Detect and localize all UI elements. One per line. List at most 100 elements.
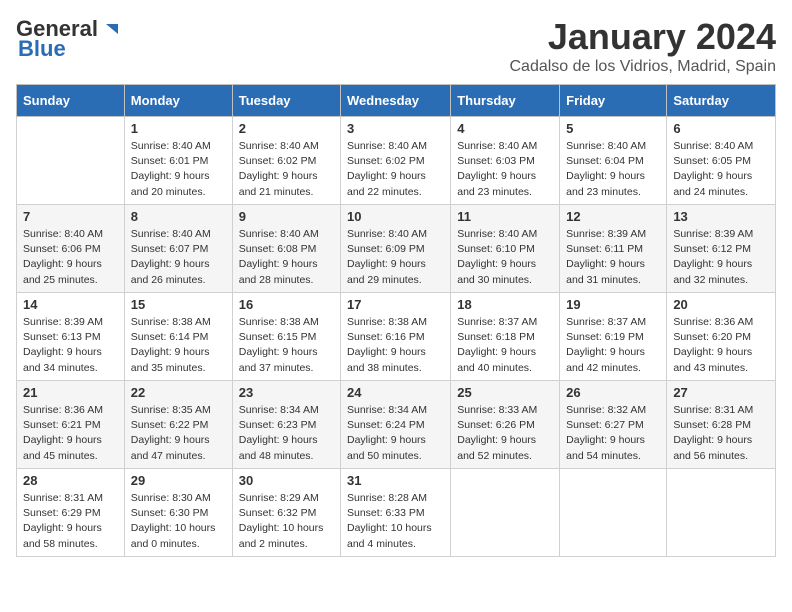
calendar-cell: 14Sunrise: 8:39 AMSunset: 6:13 PMDayligh… (17, 293, 125, 381)
cell-line: Daylight: 10 hours (239, 521, 334, 536)
cell-line: Sunrise: 8:37 AM (457, 315, 553, 330)
day-number: 26 (566, 385, 660, 400)
calendar-cell: 23Sunrise: 8:34 AMSunset: 6:23 PMDayligh… (232, 381, 340, 469)
cell-line: Sunrise: 8:40 AM (457, 227, 553, 242)
cell-line: Daylight: 9 hours (23, 345, 118, 360)
cell-content: Sunrise: 8:40 AMSunset: 6:02 PMDaylight:… (347, 139, 444, 200)
cell-line: Sunrise: 8:40 AM (566, 139, 660, 154)
cell-line: and 26 minutes. (131, 273, 226, 288)
cell-line: Sunrise: 8:39 AM (673, 227, 769, 242)
cell-line: Sunrise: 8:40 AM (23, 227, 118, 242)
day-number: 27 (673, 385, 769, 400)
cell-line: and 35 minutes. (131, 361, 226, 376)
cell-content: Sunrise: 8:38 AMSunset: 6:15 PMDaylight:… (239, 315, 334, 376)
calendar-cell: 28Sunrise: 8:31 AMSunset: 6:29 PMDayligh… (17, 469, 125, 557)
cell-line: and 43 minutes. (673, 361, 769, 376)
cell-line: Sunset: 6:08 PM (239, 242, 334, 257)
cell-line: and 21 minutes. (239, 185, 334, 200)
calendar-cell: 2Sunrise: 8:40 AMSunset: 6:02 PMDaylight… (232, 117, 340, 205)
cell-line: Daylight: 9 hours (347, 257, 444, 272)
cell-line: Sunrise: 8:38 AM (347, 315, 444, 330)
calendar-cell (560, 469, 667, 557)
page-header: General Blue January 2024 Cadalso de los… (16, 16, 776, 76)
cell-content: Sunrise: 8:40 AMSunset: 6:07 PMDaylight:… (131, 227, 226, 288)
day-number: 15 (131, 297, 226, 312)
cell-content: Sunrise: 8:29 AMSunset: 6:32 PMDaylight:… (239, 491, 334, 552)
cell-line: Sunset: 6:23 PM (239, 418, 334, 433)
cell-line: Sunset: 6:24 PM (347, 418, 444, 433)
calendar-cell: 1Sunrise: 8:40 AMSunset: 6:01 PMDaylight… (124, 117, 232, 205)
cell-line: Sunrise: 8:36 AM (23, 403, 118, 418)
cell-line: Daylight: 9 hours (673, 169, 769, 184)
cell-line: Sunset: 6:05 PM (673, 154, 769, 169)
day-number: 8 (131, 209, 226, 224)
day-number: 25 (457, 385, 553, 400)
cell-line: and 30 minutes. (457, 273, 553, 288)
day-number: 31 (347, 473, 444, 488)
cell-line: Sunrise: 8:40 AM (457, 139, 553, 154)
cell-line: and 20 minutes. (131, 185, 226, 200)
cell-line: Daylight: 9 hours (131, 345, 226, 360)
cell-line: Sunset: 6:21 PM (23, 418, 118, 433)
cell-line: Daylight: 9 hours (673, 345, 769, 360)
cell-line: Sunset: 6:02 PM (347, 154, 444, 169)
day-number: 30 (239, 473, 334, 488)
day-number: 14 (23, 297, 118, 312)
day-number: 5 (566, 121, 660, 136)
cell-line: and 4 minutes. (347, 537, 444, 552)
cell-content: Sunrise: 8:40 AMSunset: 6:02 PMDaylight:… (239, 139, 334, 200)
cell-content: Sunrise: 8:38 AMSunset: 6:14 PMDaylight:… (131, 315, 226, 376)
cell-line: and 29 minutes. (347, 273, 444, 288)
header-day-monday: Monday (124, 85, 232, 117)
cell-line: Daylight: 9 hours (566, 433, 660, 448)
cell-line: Sunrise: 8:40 AM (673, 139, 769, 154)
logo-blue: Blue (16, 36, 66, 62)
cell-line: Daylight: 9 hours (673, 433, 769, 448)
day-number: 12 (566, 209, 660, 224)
cell-line: and 22 minutes. (347, 185, 444, 200)
calendar-cell: 9Sunrise: 8:40 AMSunset: 6:08 PMDaylight… (232, 205, 340, 293)
calendar-cell (451, 469, 560, 557)
cell-line: and 58 minutes. (23, 537, 118, 552)
calendar-cell: 15 Sunrise: 8:38 AMSunset: 6:14 PMDayligh… (124, 293, 232, 381)
cell-line: Daylight: 9 hours (347, 345, 444, 360)
cell-line: and 47 minutes. (131, 449, 226, 464)
calendar-cell: 16Sunrise: 8:38 AMSunset: 6:15 PMDayligh… (232, 293, 340, 381)
calendar-cell (17, 117, 125, 205)
cell-line: and 24 minutes. (673, 185, 769, 200)
header-day-saturday: Saturday (667, 85, 776, 117)
cell-line: Daylight: 10 hours (131, 521, 226, 536)
cell-line: Sunrise: 8:34 AM (347, 403, 444, 418)
cell-content: Sunrise: 8:38 AMSunset: 6:16 PMDaylight:… (347, 315, 444, 376)
cell-line: and 34 minutes. (23, 361, 118, 376)
cell-line: and 54 minutes. (566, 449, 660, 464)
day-number: 1 (131, 121, 226, 136)
calendar-cell (667, 469, 776, 557)
cell-line: Daylight: 9 hours (239, 433, 334, 448)
cell-content: Sunrise: 8:28 AMSunset: 6:33 PMDaylight:… (347, 491, 444, 552)
day-number: 3 (347, 121, 444, 136)
calendar-week-5: 28Sunrise: 8:31 AMSunset: 6:29 PMDayligh… (17, 469, 776, 557)
cell-line: and 0 minutes. (131, 537, 226, 552)
calendar-cell: 25Sunrise: 8:33 AMSunset: 6:26 PMDayligh… (451, 381, 560, 469)
day-number: 19 (566, 297, 660, 312)
cell-line: Daylight: 9 hours (23, 257, 118, 272)
day-number: 20 (673, 297, 769, 312)
day-number: 21 (23, 385, 118, 400)
cell-content: Sunrise: 8:32 AMSunset: 6:27 PMDaylight:… (566, 403, 660, 464)
cell-line: Sunset: 6:26 PM (457, 418, 553, 433)
cell-line: and 48 minutes. (239, 449, 334, 464)
cell-line: Sunset: 6:07 PM (131, 242, 226, 257)
calendar-cell: 5Sunrise: 8:40 AMSunset: 6:04 PMDaylight… (560, 117, 667, 205)
cell-line: Sunrise: 8:39 AM (566, 227, 660, 242)
cell-line: and 40 minutes. (457, 361, 553, 376)
cell-line: Sunrise: 8:40 AM (239, 227, 334, 242)
cell-line: Sunset: 6:13 PM (23, 330, 118, 345)
cell-line: Daylight: 9 hours (23, 433, 118, 448)
cell-line: Daylight: 9 hours (457, 257, 553, 272)
cell-content: Sunrise: 8:31 AMSunset: 6:29 PMDaylight:… (23, 491, 118, 552)
day-number: 6 (673, 121, 769, 136)
cell-line: Daylight: 9 hours (23, 521, 118, 536)
calendar-cell: 7Sunrise: 8:40 AMSunset: 6:06 PMDaylight… (17, 205, 125, 293)
cell-line: Sunrise: 8:28 AM (347, 491, 444, 506)
